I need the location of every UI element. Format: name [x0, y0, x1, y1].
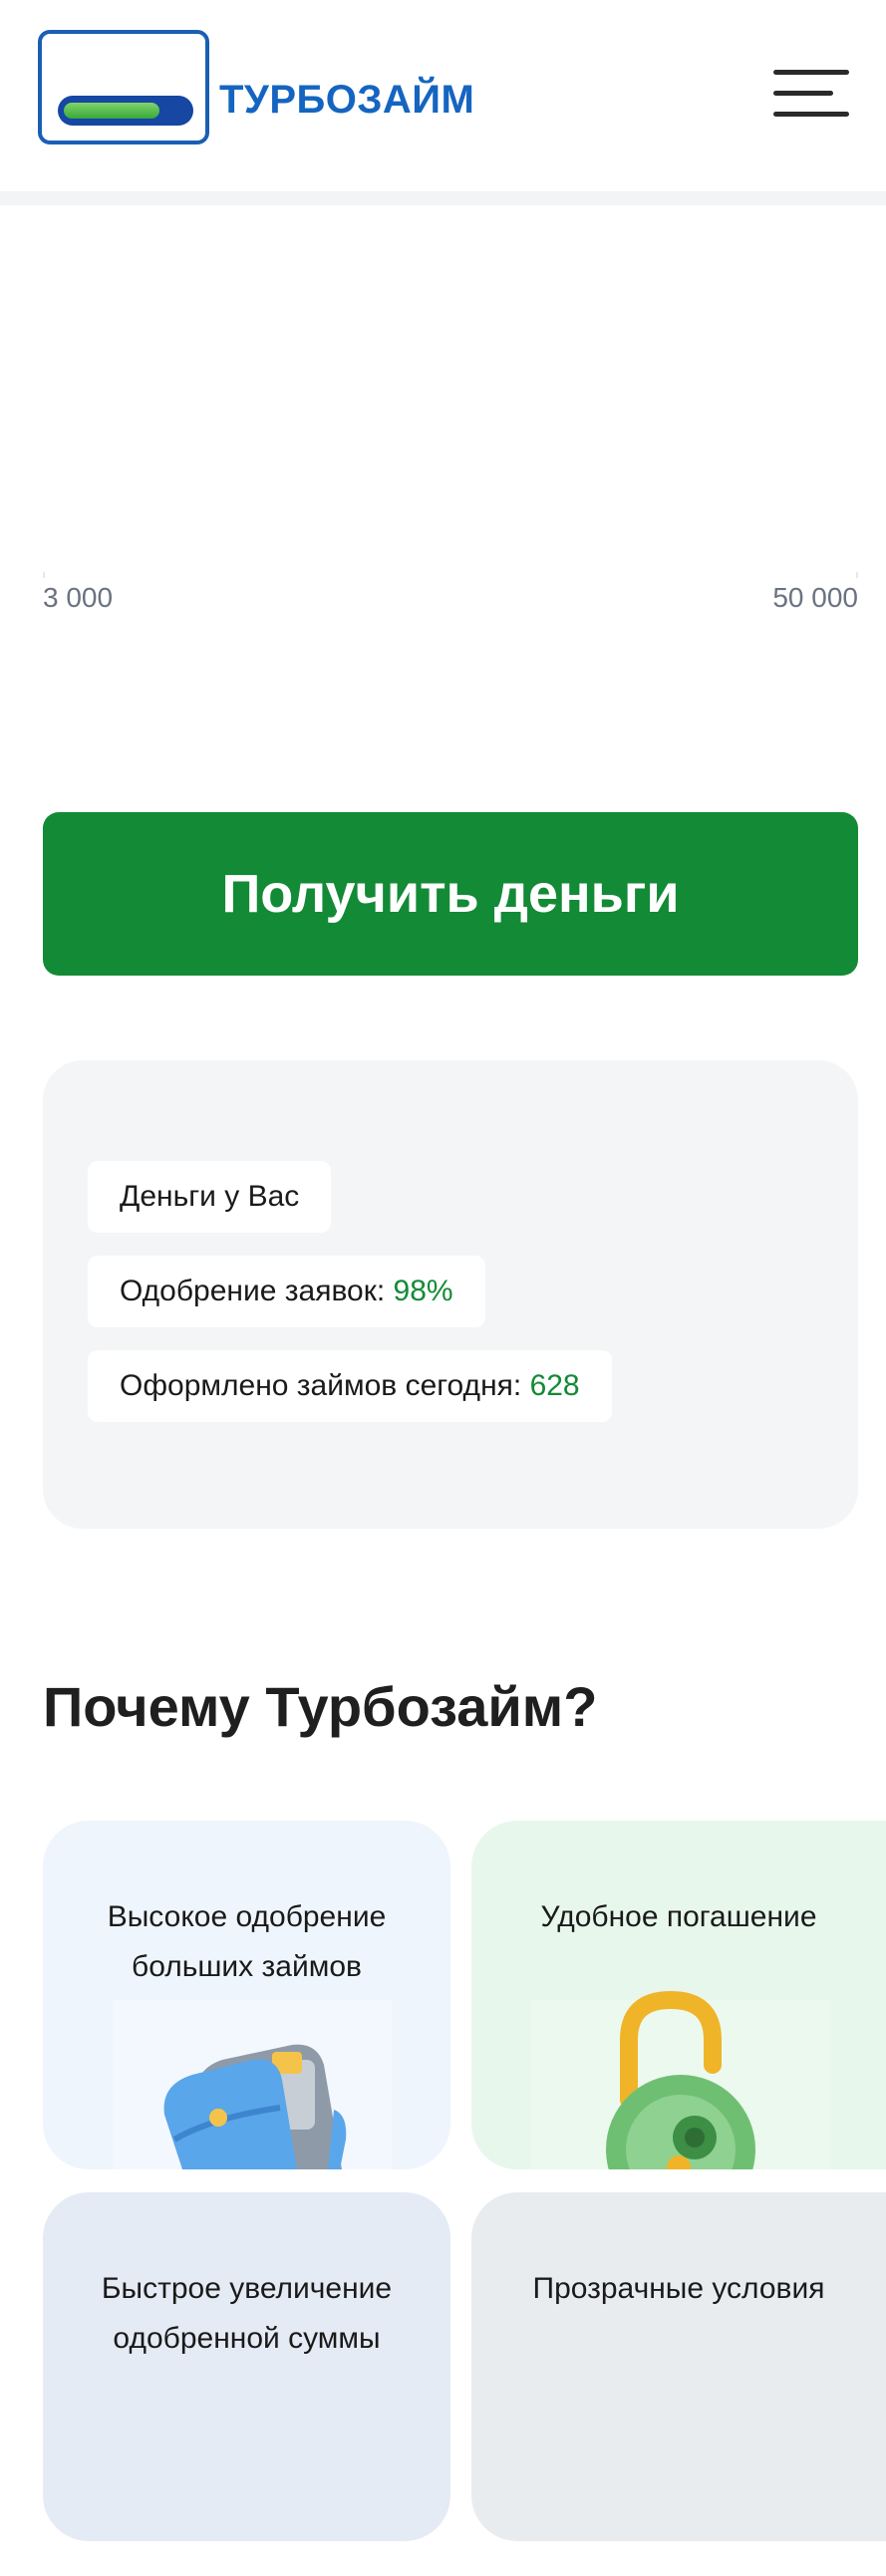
- feature-card-transparent-terms[interactable]: Прозрачные условия: [471, 2192, 886, 2541]
- range-tick: [856, 572, 858, 578]
- feature-title: Высокое одобрение больших займов: [107, 1900, 387, 1983]
- menu-line: [773, 112, 849, 117]
- header-divider: [0, 191, 886, 205]
- money-chip: Деньги у Вас: [88, 1161, 332, 1233]
- logo-text[interactable]: ТУРБОЗАЙМ: [219, 78, 474, 123]
- logo-icon[interactable]: [38, 30, 209, 144]
- range-max-label: 50 000: [772, 582, 858, 613]
- feature-title: Удобное погашение: [540, 1900, 817, 1933]
- site-header: ТУРБОЗАЙМ: [0, 0, 886, 191]
- menu-line: [773, 91, 833, 96]
- wallet-icon: [113, 2000, 392, 2169]
- padlock-icon: [531, 1990, 830, 2169]
- feature-title: Прозрачные условия: [532, 2272, 825, 2305]
- approval-label: Одобрение заявок:: [120, 1275, 386, 1307]
- approval-value: 98%: [393, 1275, 453, 1307]
- amount-range: 3 000 50 000: [43, 572, 858, 622]
- stats-card: Деньги у Вас Одобрение заявок: 98% Оформ…: [43, 1060, 858, 1529]
- why-title: Почему Турбозайм?: [43, 1675, 598, 1738]
- issued-chip: Оформлено займов сегодня: 628: [88, 1350, 612, 1422]
- range-min-label: 3 000: [43, 582, 114, 613]
- feature-title: Быстрое увеличение одобренной суммы: [101, 2272, 393, 2355]
- hamburger-menu-icon[interactable]: [773, 66, 849, 122]
- issued-label: Оформлено займов сегодня:: [120, 1369, 522, 1402]
- approval-chip: Одобрение заявок: 98%: [88, 1256, 485, 1327]
- menu-line: [773, 70, 849, 75]
- get-money-button[interactable]: Получить деньги: [43, 812, 858, 976]
- feature-card-repayment[interactable]: Удобное погашение: [471, 1821, 886, 2169]
- range-tick: [43, 572, 45, 578]
- logo-bar-fill: [64, 103, 159, 119]
- issued-value: 628: [529, 1369, 580, 1402]
- money-label: Деньги у Вас: [120, 1180, 300, 1213]
- feature-card-high-approval[interactable]: Высокое одобрение больших займов: [43, 1821, 450, 2169]
- feature-card-fast-increase[interactable]: Быстрое увеличение одобренной суммы: [43, 2192, 450, 2541]
- logo-bar: [58, 96, 193, 126]
